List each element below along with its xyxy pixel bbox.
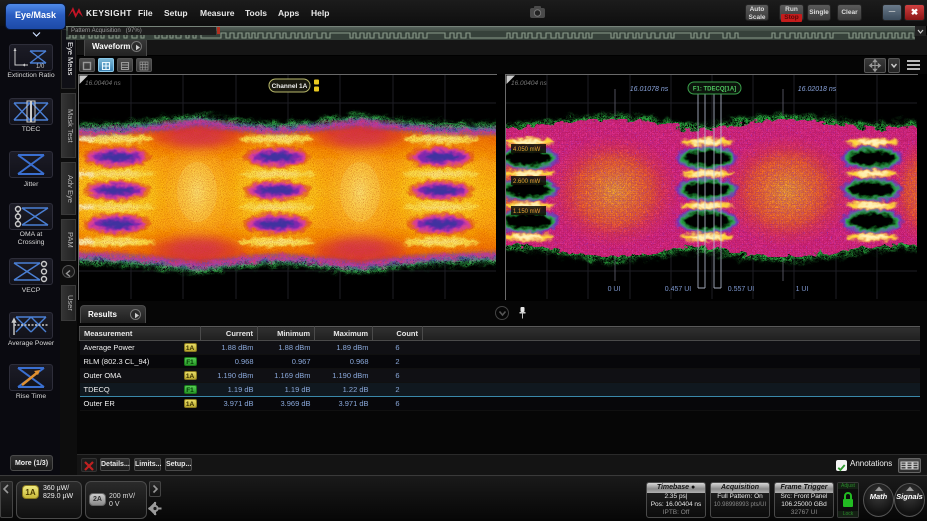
svg-text:F1: TDECQ[1A]: F1: TDECQ[1A] — [693, 87, 736, 93]
svg-text:0.457 UI: 0.457 UI — [665, 286, 692, 293]
svg-text:16.00404 ns: 16.00404 ns — [85, 80, 122, 87]
svg-text:1.150 mW: 1.150 mW — [513, 209, 541, 215]
svg-text:16.02018 ns: 16.02018 ns — [798, 86, 837, 93]
svg-text:16.00404 ns: 16.00404 ns — [511, 80, 548, 87]
svg-text:1/0: 1/0 — [36, 64, 45, 70]
svg-text:16.01078 ns: 16.01078 ns — [630, 86, 669, 93]
svg-text:KEYSIGHT: KEYSIGHT — [86, 9, 132, 18]
svg-text:0.557 UI: 0.557 UI — [728, 286, 755, 293]
svg-text:1 UI: 1 UI — [796, 286, 809, 293]
svg-text:0 UI: 0 UI — [608, 286, 621, 293]
svg-text:2.600 mW: 2.600 mW — [513, 179, 541, 185]
svg-text:Channel 1A: Channel 1A — [272, 83, 308, 90]
svg-text:4.050 mW: 4.050 mW — [513, 147, 541, 153]
